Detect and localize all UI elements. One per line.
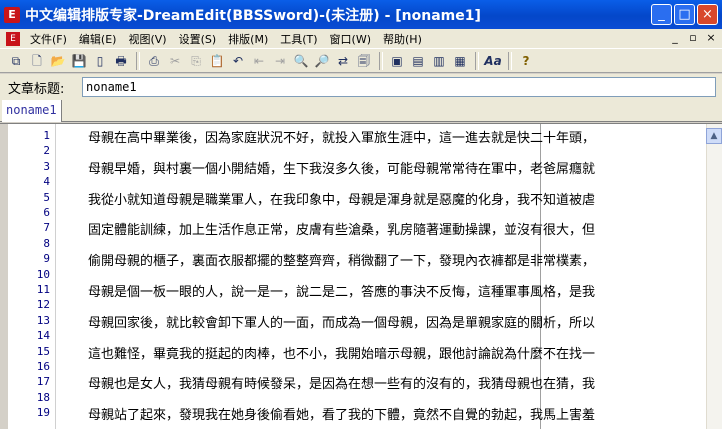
doc-restore-button[interactable]: ▫ <box>686 31 700 44</box>
line-number: 7 <box>43 221 50 235</box>
copy-icon[interactable]: ⎘ <box>186 52 206 70</box>
line-number: 12 <box>36 298 50 312</box>
line-number: 16 <box>36 360 50 373</box>
menu-help[interactable]: 帮助(H) <box>377 31 428 47</box>
line-number: 11 <box>36 283 50 296</box>
view-icon[interactable]: ▣ <box>387 52 407 70</box>
menu-edit[interactable]: 编辑(E) <box>73 31 123 47</box>
help-icon[interactable]: ? <box>516 52 536 70</box>
toolbar-separator <box>508 51 512 70</box>
cut-icon[interactable]: ✂ <box>165 52 185 70</box>
tab-noname1[interactable]: noname1 <box>2 100 62 122</box>
doc-minimize-button[interactable]: _ <box>668 31 682 44</box>
find-icon[interactable]: 🔍 <box>291 52 311 70</box>
menu-bar: E 文件(F) 编辑(E) 视图(V) 设置(S) 排版(M) 工具(T) 窗口… <box>0 29 722 48</box>
article-title-input[interactable]: noname1 <box>82 77 716 97</box>
text-line[interactable]: 固定體能訓練，加上生活作息正常，皮膚有些滄桑，乳房隨著運動操課，並沒有很大，但 <box>88 219 595 238</box>
editor-area[interactable]: 1 2 3 4 5 6 7 8 9 10 11 12 13 14 15 16 17 18 19 母親在高中畢業後，因… <box>0 123 722 429</box>
file-icon[interactable]: ⎙ <box>144 52 164 70</box>
menu-settings[interactable]: 设置(S) <box>173 31 223 47</box>
document-system-icon[interactable]: E <box>6 31 20 46</box>
text-line[interactable]: 母親是個一板一眼的人，說一是一，說二是二，答應的事決不反悔，這種軍事風格，是我 <box>88 281 595 300</box>
text-line[interactable]: 母親也是女人，我猜母親有時候發呆，是因為在想一些有的沒有的，我猜母親也在猜，我 <box>88 373 595 392</box>
menu-layout[interactable]: 排版(M) <box>222 31 274 47</box>
toolbar-separator <box>136 51 140 70</box>
line-number: 5 <box>43 190 50 204</box>
toolbar: ⧉ 🗋 📂 💾 ▯ 🖶 ⎙ ✂ ⎘ 📋 ↶ ⇤ ⇥ 🔍 🔎 ⇄ 🗐 ▣ ▤ ▥ … <box>0 48 722 73</box>
save-icon[interactable]: 💾 <box>69 52 89 70</box>
windows-icon[interactable]: ⧉ <box>6 52 26 70</box>
line-number: 3 <box>43 159 50 173</box>
text-line[interactable]: 偷開母親的櫃子，裏面衣服都擺的整整齊齊，稍微翻了一下，發現內衣褲都是非常樸素， <box>88 250 595 269</box>
close-button[interactable]: × <box>697 4 718 25</box>
toolbar-separator <box>475 51 479 70</box>
layout-icon[interactable]: ▤ <box>408 52 428 70</box>
text-line[interactable]: 母親早婚，與村裏一個小開結婚，生下我沒多久後，可能母親常常待在軍中，老爸屌癮就 <box>88 158 595 177</box>
clipboard-icon[interactable]: 🗐 <box>354 52 374 70</box>
columns-icon[interactable]: ▦ <box>450 52 470 70</box>
bookmark-icon[interactable]: ▯ <box>90 52 110 70</box>
line-number: 13 <box>36 313 50 327</box>
find-next-icon[interactable]: 🔎 <box>312 52 332 70</box>
document-tabs: noname1 <box>0 100 722 122</box>
line-number: 8 <box>43 236 50 250</box>
line-number: 19 <box>36 406 50 420</box>
scroll-up-arrow-icon[interactable]: ▲ <box>706 128 722 144</box>
line-number: 18 <box>36 390 50 404</box>
line-number: 2 <box>43 144 50 158</box>
window-controls: _ □ × <box>651 4 718 25</box>
title-bar: E 中文编辑排版专家-DreamEdit(BBSSword)-(未注册) - [… <box>0 0 722 29</box>
menu-file[interactable]: 文件(F) <box>24 31 73 47</box>
line-number: 9 <box>43 252 50 266</box>
app-icon[interactable]: E <box>4 6 20 23</box>
replace-icon[interactable]: ⇄ <box>333 52 353 70</box>
text-line[interactable]: 母親在高中畢業後，因為家庭狀況不好，就投入軍旅生涯中，這一進去就是快二十年頭， <box>88 127 595 146</box>
document-window-controls: _ ▫ × <box>668 31 718 44</box>
indent-icon[interactable]: ⇥ <box>270 52 290 70</box>
text-line[interactable]: 我從小就知道母親是職業軍人，在我印象中，母親是渾身就是惡魔的化身，我不知道被虐 <box>88 189 595 208</box>
line-number: 1 <box>43 129 50 142</box>
print-icon[interactable]: 🖶 <box>111 52 131 70</box>
window-title: 中文编辑排版专家-DreamEdit(BBSSword)-(未注册) - [no… <box>25 7 481 24</box>
line-number: 17 <box>36 375 50 389</box>
menu-view[interactable]: 视图(V) <box>122 31 172 47</box>
menu-window[interactable]: 窗口(W) <box>324 31 377 47</box>
article-title-label: 文章标题: <box>8 81 65 97</box>
maximize-button[interactable]: □ <box>674 4 695 25</box>
article-title-row: 文章标题: noname1 <box>0 74 722 100</box>
line-number: 10 <box>36 267 50 281</box>
font-icon[interactable]: Aa <box>483 52 503 70</box>
text-line[interactable]: 母親回家後，就比較會卸下軍人的一面，而成為一個母親，因為是單親家庭的關析，所以 <box>88 312 595 331</box>
minimize-button[interactable]: _ <box>651 4 672 25</box>
new-doc-icon[interactable]: 🗋 <box>27 52 47 70</box>
paste-icon[interactable]: 📋 <box>207 52 227 70</box>
outdent-icon[interactable]: ⇤ <box>249 52 269 70</box>
doc-close-button[interactable]: × <box>704 31 718 44</box>
toolbar-separator <box>379 51 383 70</box>
text-line[interactable]: 母親站了起來，發現我在她身後偷看她，看了我的下體，竟然不自覺的勃起，我馬上害羞 <box>88 404 595 423</box>
line-number: 15 <box>36 344 50 358</box>
line-number: 6 <box>43 206 50 219</box>
undo-icon[interactable]: ↶ <box>228 52 248 70</box>
line-number: 4 <box>43 175 50 189</box>
vertical-scrollbar[interactable]: ▲ <box>706 124 722 429</box>
format-icon[interactable]: ▥ <box>429 52 449 70</box>
line-number: 14 <box>36 329 50 343</box>
open-folder-icon[interactable]: 📂 <box>48 52 68 70</box>
text-line[interactable]: 這也難怪，畢竟我的挺起的肉棒，也不小，我開始暗示母親，跟他討論說為什麼不在找一 <box>88 343 595 362</box>
menu-tools[interactable]: 工具(T) <box>274 31 323 47</box>
